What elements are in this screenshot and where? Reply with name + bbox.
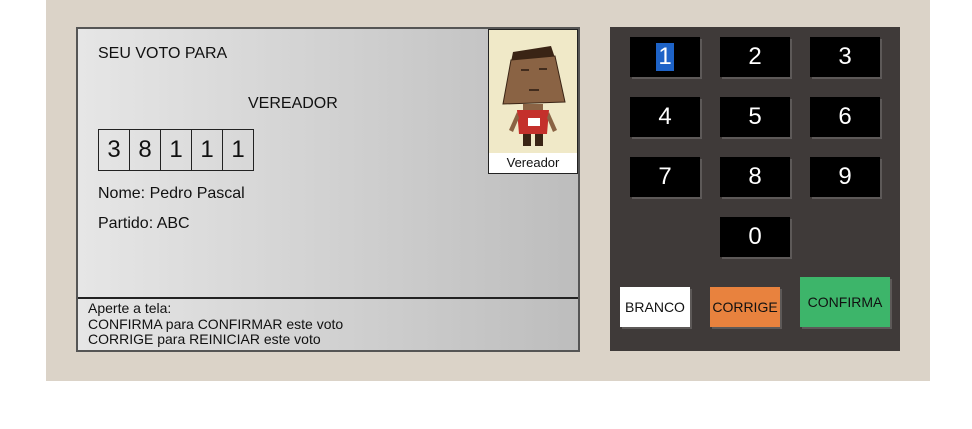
- key-8[interactable]: 8: [720, 157, 790, 197]
- key-3[interactable]: 3: [810, 37, 880, 77]
- key-9[interactable]: 9: [810, 157, 880, 197]
- number-digit: 1: [191, 129, 223, 171]
- number-digit: 1: [222, 129, 254, 171]
- instruction-line: CONFIRMA para CONFIRMAR este voto: [88, 315, 344, 332]
- key-5[interactable]: 5: [720, 97, 790, 137]
- key-1-label: 1: [656, 43, 674, 71]
- keypad: 1 2 3 4 5 6 7 8 9 0 BRANCO CORRIGE CONFI…: [610, 27, 900, 351]
- ballot-screen-content: SEU VOTO PARA VEREADOR 3 8 1 1 1 Nome: P…: [78, 29, 578, 297]
- voting-machine: SEU VOTO PARA VEREADOR 3 8 1 1 1 Nome: P…: [46, 0, 930, 381]
- instruction-line: CORRIGE para REINICIAR este voto: [88, 331, 321, 347]
- instructions-footer: Aperte a tela: CONFIRMA para CONFIRMAR e…: [78, 297, 578, 350]
- candidate-photo: [489, 30, 577, 153]
- candidate-photo-card: Vereador: [488, 29, 578, 174]
- key-7[interactable]: 7: [630, 157, 700, 197]
- key-2[interactable]: 2: [720, 37, 790, 77]
- candidate-party: Partido: ABC: [98, 215, 190, 232]
- candidate-name: Nome: Pedro Pascal: [98, 185, 245, 202]
- key-0[interactable]: 0: [720, 217, 790, 257]
- vote-heading: SEU VOTO PARA: [98, 45, 228, 62]
- photo-caption: Vereador: [506, 155, 560, 170]
- candidate-number: 3 8 1 1 1: [98, 129, 254, 171]
- key-6[interactable]: 6: [810, 97, 880, 137]
- key-1[interactable]: 1: [630, 37, 700, 77]
- instruction-line: Aperte a tela:: [88, 300, 172, 316]
- confirma-button[interactable]: CONFIRMA: [800, 277, 890, 327]
- number-digit: 1: [160, 129, 192, 171]
- number-digit: 8: [129, 129, 161, 171]
- corrige-button[interactable]: CORRIGE: [710, 287, 780, 327]
- branco-button[interactable]: BRANCO: [620, 287, 690, 327]
- key-4[interactable]: 4: [630, 97, 700, 137]
- office-title: VEREADOR: [248, 95, 338, 112]
- number-digit: 3: [98, 129, 130, 171]
- ballot-screen: SEU VOTO PARA VEREADOR 3 8 1 1 1 Nome: P…: [76, 27, 580, 352]
